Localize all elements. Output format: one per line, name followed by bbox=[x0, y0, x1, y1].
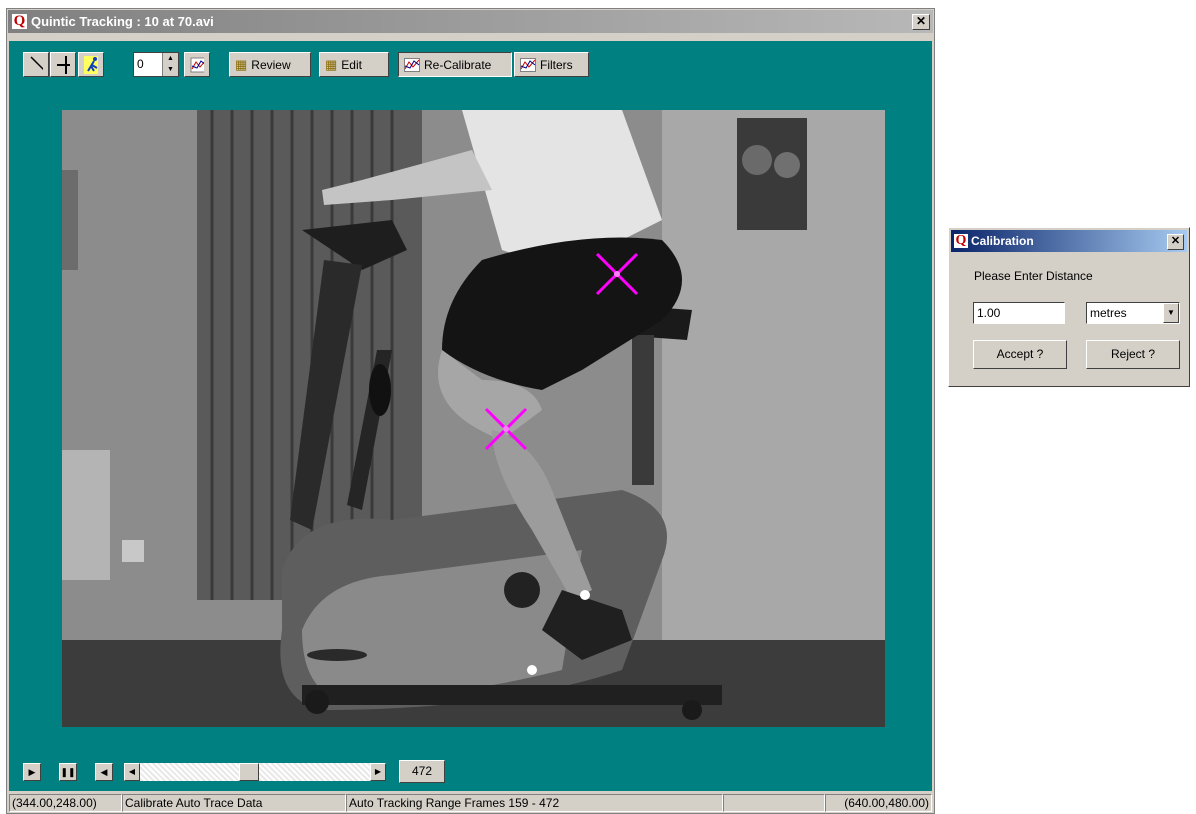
calibration-title: Calibration bbox=[971, 234, 1034, 248]
toolbar: 0 ▲ ▼ ▦ Review ▦ Edit Re-Calibrate Filter… bbox=[9, 41, 932, 93]
edit-label: Edit bbox=[341, 57, 362, 72]
frame-step-spinner[interactable]: 0 ▲ ▼ bbox=[133, 52, 179, 77]
filters-graph-icon bbox=[520, 57, 536, 72]
status-cursor-coords: (344.00,248.00) bbox=[9, 794, 122, 812]
review-icon: ▦ bbox=[235, 56, 248, 72]
unit-value: metres bbox=[1090, 306, 1127, 320]
status-bar: (344.00,248.00) Calibrate Auto Trace Dat… bbox=[9, 793, 932, 813]
wall-heater bbox=[62, 450, 110, 580]
calibration-dialog: Q Calibration ✕ Please Enter Distance me… bbox=[948, 227, 1190, 387]
line-tool-button[interactable] bbox=[23, 52, 49, 77]
close-icon[interactable]: ✕ bbox=[912, 14, 930, 30]
scroll-thumb[interactable] bbox=[239, 763, 259, 781]
scroll-left-icon[interactable]: ◀ bbox=[124, 763, 140, 781]
graph-tool-button[interactable] bbox=[184, 52, 210, 77]
step-back-button[interactable]: ◀ bbox=[95, 763, 113, 781]
playback-controls: ▶ ❚❚ ◀ ◀ ▶ 472 bbox=[9, 751, 932, 791]
accept-button[interactable]: Accept ? bbox=[973, 340, 1067, 369]
close-icon[interactable]: ✕ bbox=[1167, 234, 1184, 250]
main-window: Q Quintic Tracking : 10 at 70.avi ✕ 0 ▲ ▼… bbox=[6, 8, 935, 814]
video-image bbox=[62, 110, 885, 727]
video-frame[interactable] bbox=[62, 110, 885, 727]
status-mode: Calibrate Auto Trace Data bbox=[122, 794, 346, 812]
spinner-arrows-icon[interactable]: ▲ ▼ bbox=[162, 53, 178, 76]
unit-select[interactable]: metres ▼ bbox=[1086, 302, 1180, 324]
spinner-value: 0 bbox=[137, 57, 144, 71]
review-label: Review bbox=[251, 57, 291, 72]
pause-button[interactable]: ❚❚ bbox=[59, 763, 77, 781]
window-title: Quintic Tracking : 10 at 70.avi bbox=[31, 14, 214, 29]
crosshair-tool-button[interactable] bbox=[50, 52, 76, 77]
edit-icon: ▦ bbox=[325, 56, 338, 72]
diagonal-line-icon bbox=[30, 55, 43, 70]
play-button[interactable]: ▶ bbox=[23, 763, 41, 781]
calibration-titlebar[interactable]: Q Calibration ✕ bbox=[951, 230, 1187, 252]
status-resolution: (640.00,480.00) bbox=[825, 794, 932, 812]
edit-button[interactable]: ▦ Edit bbox=[319, 52, 389, 77]
chevron-down-icon[interactable]: ▼ bbox=[1163, 303, 1179, 323]
graph-icon bbox=[190, 57, 204, 72]
video-area bbox=[9, 93, 932, 751]
crosshair-icon bbox=[57, 55, 70, 74]
filters-button[interactable]: Filters bbox=[514, 52, 589, 77]
step-back-icon: ◀ bbox=[100, 767, 108, 777]
pause-icon: ❚❚ bbox=[60, 767, 76, 777]
filters-label: Filters bbox=[540, 57, 573, 72]
status-blank bbox=[723, 794, 825, 812]
main-titlebar[interactable]: Q Quintic Tracking : 10 at 70.avi ✕ bbox=[8, 10, 933, 33]
distance-prompt: Please Enter Distance bbox=[974, 269, 1093, 283]
distance-input[interactable] bbox=[973, 302, 1065, 324]
quintic-logo-icon: Q bbox=[954, 233, 968, 248]
status-range: Auto Tracking Range Frames 159 - 472 bbox=[346, 794, 723, 812]
runner-tool-button[interactable] bbox=[78, 52, 104, 77]
frame-counter: 472 bbox=[399, 760, 445, 783]
quintic-logo-icon: Q bbox=[12, 13, 27, 29]
review-button[interactable]: ▦ Review bbox=[229, 52, 311, 77]
scroll-right-icon[interactable]: ▶ bbox=[370, 763, 386, 781]
recalibrate-label: Re-Calibrate bbox=[424, 57, 492, 72]
runner-icon bbox=[84, 55, 98, 74]
play-icon: ▶ bbox=[28, 767, 36, 777]
frame-scrollbar[interactable]: ◀ ▶ bbox=[124, 763, 386, 781]
recalibrate-graph-icon bbox=[404, 57, 420, 72]
wall-poster bbox=[737, 118, 807, 230]
reject-button[interactable]: Reject ? bbox=[1086, 340, 1180, 369]
recalibrate-button[interactable]: Re-Calibrate bbox=[398, 52, 512, 77]
